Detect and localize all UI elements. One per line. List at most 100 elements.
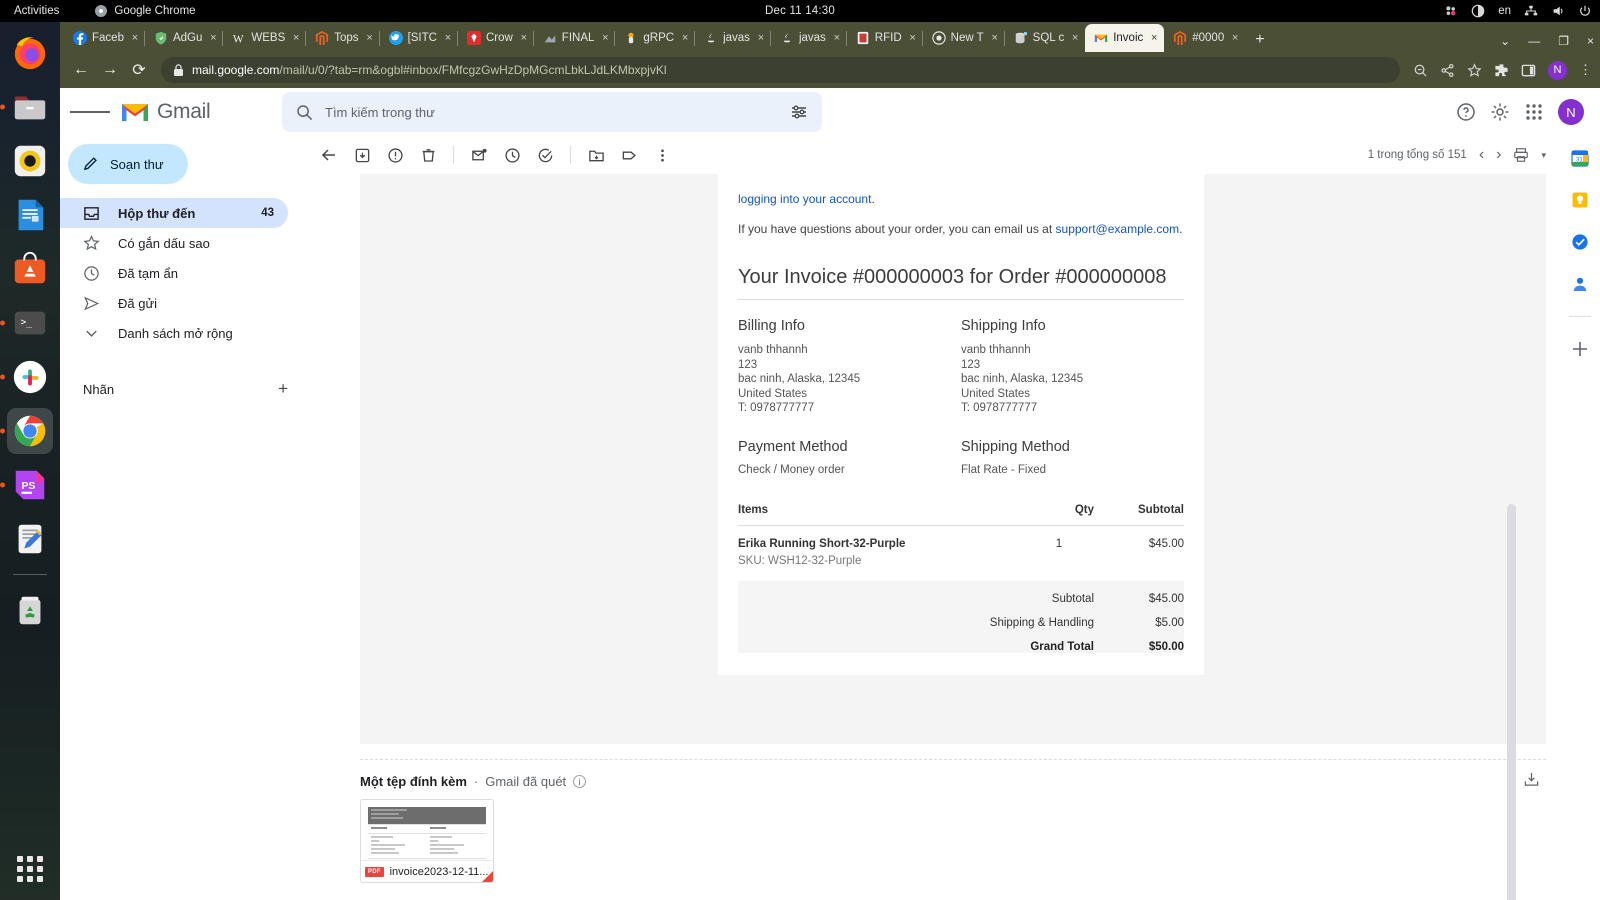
tab-close-icon[interactable]: × <box>907 32 919 44</box>
label-tag-icon[interactable] <box>614 140 644 170</box>
sidebar-item-more[interactable]: Danh sách mở rộng <box>60 318 288 348</box>
dock-item-trash[interactable] <box>7 587 53 633</box>
add-to-tasks-icon[interactable] <box>530 140 560 170</box>
window-close-button[interactable]: × <box>1587 34 1594 48</box>
pager-prev-button[interactable]: ‹ <box>1479 146 1484 164</box>
dock-item-text-editor[interactable] <box>7 516 53 562</box>
google-side-rail[interactable]: 31 <box>1560 136 1600 900</box>
browser-tab[interactable]: gRPC × <box>614 24 695 52</box>
toolbar-actions[interactable]: N ⋮ <box>1409 60 1592 80</box>
back-button[interactable]: ← <box>68 57 94 83</box>
search-input-placeholder[interactable]: Tìm kiếm trong thư <box>325 105 435 120</box>
browser-tab[interactable]: New T × <box>921 24 1005 52</box>
dock-item-libreoffice-writer[interactable] <box>7 192 53 238</box>
night-light-icon[interactable] <box>1471 4 1485 18</box>
tab-close-icon[interactable]: × <box>518 32 530 44</box>
browser-tab-strip[interactable]: Faceb × AdGu × W WEBS × Tops × [SITC × C… <box>60 22 1600 52</box>
browser-menu-icon[interactable]: ⋮ <box>1579 62 1592 78</box>
support-email-link[interactable]: support@example.com <box>1056 222 1180 236</box>
settings-gear-icon[interactable] <box>1490 102 1510 122</box>
tab-close-icon[interactable]: × <box>364 32 376 44</box>
report-spam-icon[interactable] <box>380 140 410 170</box>
clock[interactable]: Dec 11 14:30 <box>765 5 835 17</box>
sidebar-item-starred[interactable]: Có gắn dấu sao <box>60 228 288 258</box>
attachment-card[interactable]: PDF invoice2023-12-11... <box>360 799 494 883</box>
add-label-button[interactable]: + <box>278 379 288 399</box>
attachment-footer[interactable]: PDF invoice2023-12-11... <box>361 860 493 882</box>
system-tray[interactable]: en <box>1444 4 1592 18</box>
google-tasks-icon[interactable] <box>1570 232 1590 252</box>
browser-tab[interactable]: SQL c × <box>1003 24 1086 52</box>
sidebar-item-sent[interactable]: Đã gửi <box>60 288 288 318</box>
google-contacts-icon[interactable] <box>1570 274 1590 294</box>
bookmark-star-icon[interactable] <box>1467 62 1482 78</box>
share-icon[interactable] <box>1440 63 1455 78</box>
login-link[interactable]: logging into your account <box>738 192 871 206</box>
reload-button[interactable]: ⟳ <box>126 57 152 83</box>
dock-item-firefox[interactable] <box>7 30 53 76</box>
extensions-puzzle-icon[interactable] <box>1494 63 1509 78</box>
address-bar[interactable]: mail.google.com/mail/u/0/?tab=rm&ogbl#in… <box>161 57 1400 83</box>
tab-close-icon[interactable]: × <box>290 32 302 44</box>
tab-close-icon[interactable]: × <box>679 32 691 44</box>
google-keep-icon[interactable] <box>1570 190 1590 210</box>
browser-tab[interactable]: javas × <box>694 24 771 52</box>
forward-button[interactable]: → <box>97 57 123 83</box>
apps-grid-icon[interactable] <box>1524 102 1544 122</box>
new-tab-button[interactable]: + <box>1245 31 1274 52</box>
google-calendar-icon[interactable]: 31 <box>1570 148 1590 168</box>
search-options-icon[interactable] <box>790 103 808 121</box>
account-avatar[interactable]: N <box>1558 99 1584 125</box>
tab-close-icon[interactable]: × <box>1229 32 1241 44</box>
window-maximize-button[interactable]: ❐ <box>1558 34 1569 48</box>
tab-close-icon[interactable]: × <box>1069 32 1081 44</box>
download-all-icon[interactable] <box>1523 771 1540 788</box>
pager-next-button[interactable]: › <box>1496 146 1501 164</box>
tab-close-icon[interactable]: × <box>755 32 767 44</box>
tab-close-icon[interactable]: × <box>442 32 454 44</box>
browser-tab[interactable]: [SITC × <box>378 24 458 52</box>
move-to-folder-icon[interactable] <box>581 140 611 170</box>
zoom-icon[interactable] <box>1413 63 1428 78</box>
browser-tab[interactable]: Tops × <box>305 24 379 52</box>
window-minimize-button[interactable]: — <box>1528 34 1540 48</box>
info-icon[interactable]: i <box>573 775 587 788</box>
search-mail-box[interactable]: Tìm kiếm trong thư <box>282 92 822 132</box>
dock-item-app-center[interactable] <box>7 246 53 292</box>
pager-dropdown-icon[interactable]: ▾ <box>1541 150 1546 161</box>
browser-tab[interactable]: AdGu × <box>143 24 223 52</box>
show-applications-button[interactable] <box>17 856 43 882</box>
dock-item-terminal[interactable]: >_ <box>7 300 53 346</box>
ubuntu-dock[interactable]: >_ PS <box>0 22 60 900</box>
dropbox-sync-icon[interactable] <box>1444 4 1458 18</box>
browser-tab[interactable]: W WEBS × <box>222 24 306 52</box>
tab-close-icon[interactable]: × <box>129 32 141 44</box>
volume-icon[interactable] <box>1551 4 1565 18</box>
tab-close-icon[interactable]: × <box>599 32 611 44</box>
network-wired-icon[interactable] <box>1524 4 1538 18</box>
dock-item-phpstorm[interactable]: PS <box>7 462 53 508</box>
delete-trash-icon[interactable] <box>413 140 443 170</box>
tab-close-icon[interactable]: × <box>989 32 1001 44</box>
add-apps-icon[interactable] <box>1570 339 1590 359</box>
tab-close-icon[interactable]: × <box>1148 32 1160 44</box>
browser-tab-active[interactable]: Invoic × <box>1085 24 1165 52</box>
more-options-icon[interactable] <box>647 140 677 170</box>
gmail-header-actions[interactable]: N <box>1456 99 1590 125</box>
dock-item-files[interactable] <box>7 84 53 130</box>
activities-button[interactable]: Activities <box>0 5 73 17</box>
gmail-logo[interactable]: Gmail <box>116 100 266 124</box>
browser-toolbar[interactable]: ← → ⟳ mail.google.com/mail/u/0/?tab=rm&o… <box>60 52 1600 88</box>
browser-tab[interactable]: Faceb × <box>64 24 145 52</box>
archive-icon[interactable] <box>347 140 377 170</box>
active-app-indicator[interactable]: Google Chrome <box>95 5 196 17</box>
snooze-clock-icon[interactable] <box>497 140 527 170</box>
main-menu-hamburger-icon[interactable] <box>70 92 110 132</box>
compose-button[interactable]: Soạn thư <box>68 144 188 184</box>
browser-tab[interactable]: FINAL × <box>532 24 616 52</box>
back-arrow-icon[interactable] <box>314 140 344 170</box>
dock-item-rhythmbox[interactable] <box>7 138 53 184</box>
message-pager[interactable]: 1 trong tổng số 151 ‹ › ▾ <box>1368 146 1560 164</box>
tab-close-icon[interactable]: × <box>831 32 843 44</box>
browser-tab[interactable]: javas × <box>769 24 847 52</box>
